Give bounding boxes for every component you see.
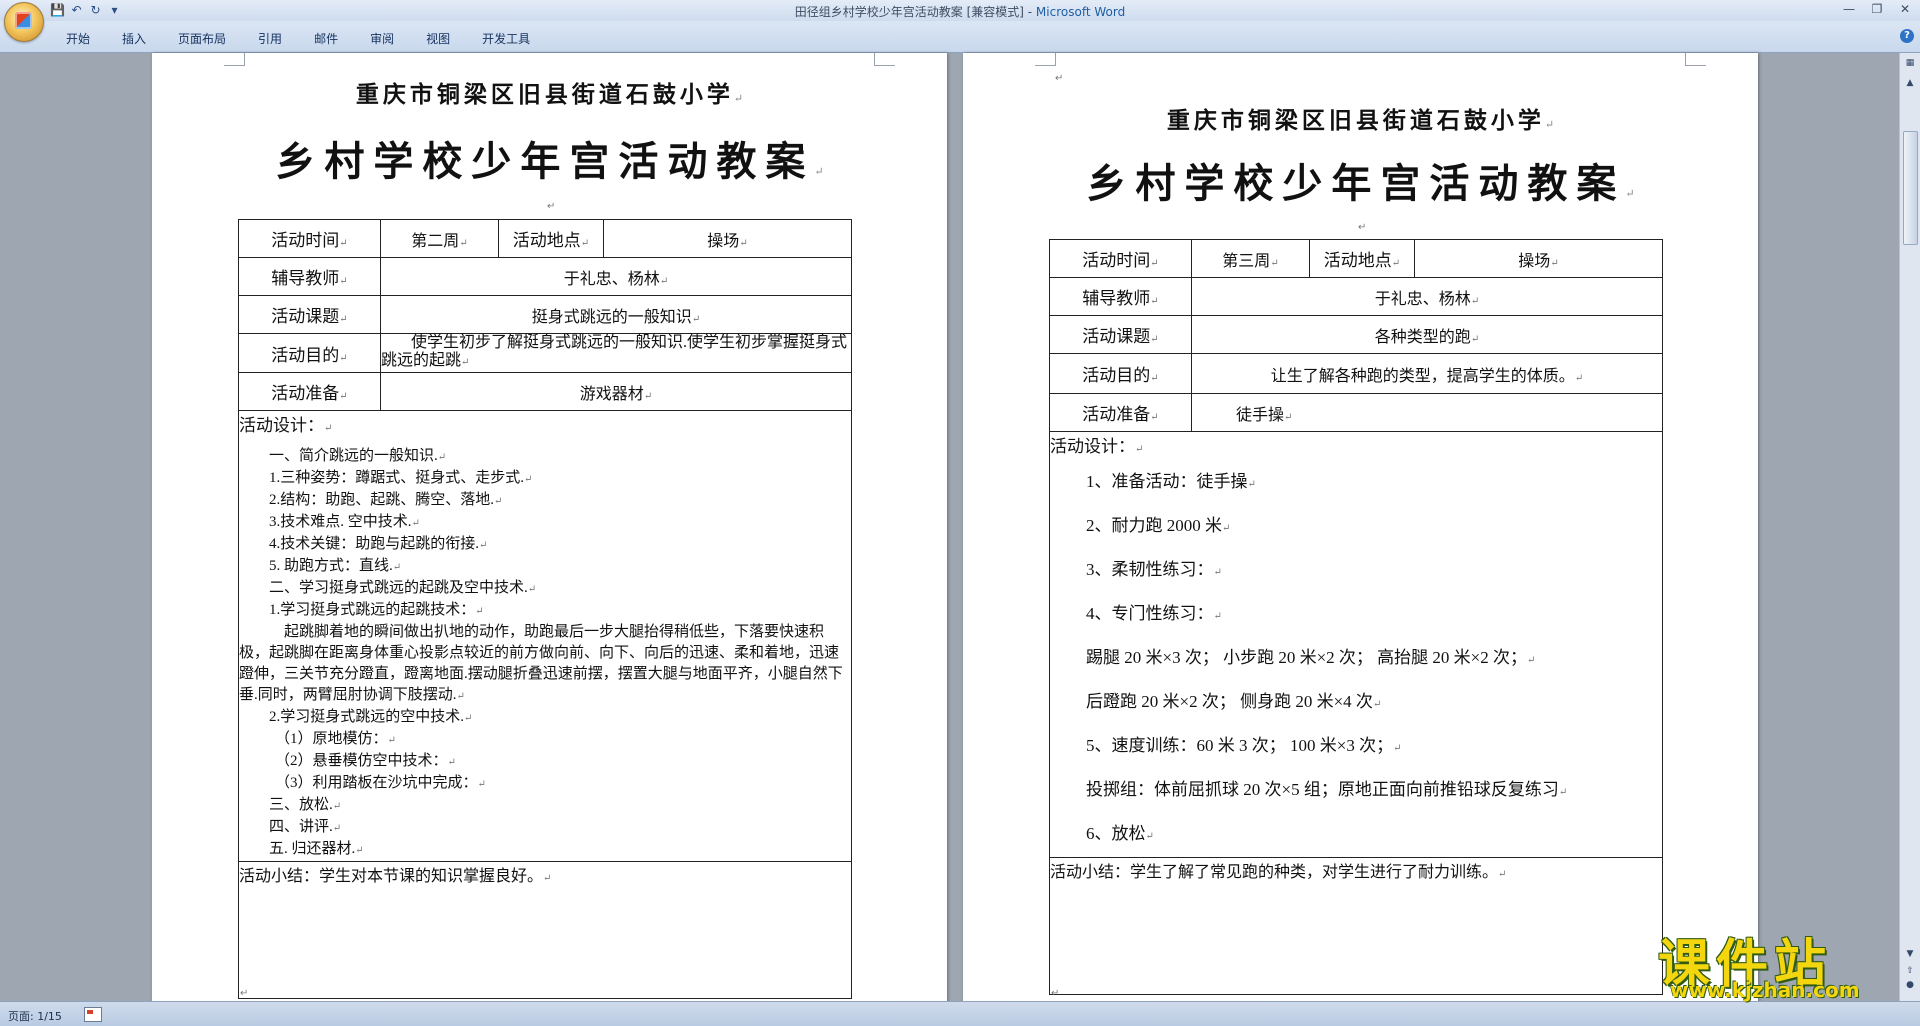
- proofing-icon[interactable]: [84, 1007, 102, 1022]
- place-value[interactable]: 操场↵: [603, 219, 852, 258]
- design-line: 1.三种姿势：蹲踞式、挺身式、走步式.↵: [269, 470, 533, 486]
- design-line: 踢腿 20 米×3 次； 小步跑 20 米×2 次； 高抬腿 20 米×2 次；…: [1086, 648, 1536, 667]
- design-line: 三、放松.↵: [269, 797, 342, 813]
- time-label: 活动时间↵: [1049, 239, 1192, 278]
- close-icon[interactable]: ✕: [1896, 1, 1914, 17]
- maximize-icon[interactable]: ❐: [1868, 1, 1886, 17]
- crop-mark: [1035, 53, 1056, 66]
- tab-page-layout[interactable]: 页面布局: [162, 30, 242, 47]
- teacher-value[interactable]: 于礼忠、杨林↵: [1191, 277, 1663, 316]
- purpose-label: 活动目的↵: [1049, 353, 1192, 394]
- design-label: 活动设计：↵: [1050, 437, 1144, 456]
- topic-label: 活动课题↵: [1049, 315, 1192, 354]
- topic-value[interactable]: 各种类型的跑↵: [1191, 315, 1663, 354]
- summary-cell[interactable]: 活动小结：学生对本节课的知识掌握良好。↵: [238, 861, 852, 999]
- design-line: 5、速度训练：60 米 3 次； 100 米×3 次；↵: [1086, 736, 1402, 755]
- time-value[interactable]: 第二周↵: [380, 219, 499, 258]
- office-logo-icon: [15, 12, 32, 29]
- design-line: 2.结构：助跑、起跳、腾空、落地.↵: [269, 492, 503, 508]
- prep-label: 活动准备↵: [1049, 393, 1192, 432]
- topic-label: 活动课题↵: [238, 295, 381, 334]
- scroll-up-icon[interactable]: ▲: [1904, 77, 1916, 89]
- tab-home[interactable]: 开始: [50, 30, 106, 47]
- purpose-label: 活动目的↵: [238, 333, 381, 373]
- place-value[interactable]: 操场↵: [1414, 239, 1663, 278]
- status-bar: 页面: 1/15: [0, 1001, 1920, 1026]
- purpose-value[interactable]: 使学生初步了解挺身式跳远的一般知识.使学生初步掌握挺身式跳远的起跳↵: [380, 333, 852, 373]
- topic-value[interactable]: 挺身式跳远的一般知识↵: [380, 295, 852, 334]
- time-label: 活动时间↵: [238, 219, 381, 258]
- design-line: （2）悬垂模仿空中技术：↵: [275, 753, 456, 769]
- design-line: 1.学习挺身式跳远的起跳技术：↵: [269, 602, 484, 618]
- design-line: 四、讲评.↵: [269, 819, 342, 835]
- crop-mark: [224, 53, 245, 66]
- select-browse-object-icon[interactable]: ●: [1904, 979, 1916, 991]
- design-line: 3、柔韧性练习：↵: [1086, 560, 1222, 579]
- scroll-down-icon[interactable]: ▼: [1904, 948, 1916, 960]
- design-cell[interactable]: 活动设计：↵ 一、简介跳远的一般知识.↵ 1.三种姿势：蹲踞式、挺身式、走步式.…: [238, 410, 852, 862]
- teacher-value[interactable]: 于礼忠、杨林↵: [380, 257, 852, 296]
- summary-cell[interactable]: 活动小结：学生了解了常见跑的种类，对学生进行了耐力训练。↵: [1049, 857, 1663, 995]
- scrollbar-thumb[interactable]: [1903, 131, 1918, 245]
- lesson-plan-table: 活动时间↵ 第三周↵ 活动地点↵ 操场↵ 辅导教师↵ 于礼忠、杨林↵ 活动课题↵…: [1049, 239, 1663, 995]
- document-page-1: 重庆市铜梁区旧县街道石鼓小学↵ 乡村学校少年宫活动教案↵ ↵ 活动时间↵ 第二周…: [152, 53, 947, 1013]
- design-line: 3.技术难点. 空中技术.↵: [269, 514, 420, 530]
- crop-mark: [1685, 53, 1706, 66]
- plan-title: 乡村学校少年宫活动教案↵: [1086, 160, 1635, 207]
- purpose-value[interactable]: 让生了解各种跑的类型，提高学生的体质。↵: [1191, 353, 1663, 394]
- teacher-label: 辅导教师↵: [238, 257, 381, 296]
- watermark-logo: 课件站 www.kjzhan.com: [1658, 922, 1898, 1002]
- tab-insert[interactable]: 插入: [106, 30, 162, 47]
- design-line: 后蹬跑 20 米×2 次； 侧身跑 20 米×4 次↵: [1086, 692, 1382, 711]
- design-line: 五. 归还器材.↵: [269, 841, 364, 857]
- window-title: 田径组乡村学校少年宫活动教案 [兼容模式] - Microsoft Word: [794, 5, 1126, 19]
- tab-review[interactable]: 审阅: [354, 30, 410, 47]
- design-line: 投掷组：体前屈抓球 20 次×5 组；原地正面向前推铅球反复练习↵: [1086, 780, 1568, 799]
- crop-mark: [874, 53, 895, 66]
- design-line: 6、放松↵: [1086, 824, 1154, 843]
- design-line: 4、专门性练习：↵: [1086, 604, 1222, 623]
- design-line: 二、学习挺身式跳远的起跳及空中技术.↵: [269, 580, 537, 596]
- design-cell[interactable]: 活动设计：↵ 1、准备活动：徒手操↵ 2、耐力跑 2000 米↵ 3、柔韧性练习…: [1049, 431, 1663, 858]
- plan-title: 乡村学校少年宫活动教案↵: [275, 138, 824, 185]
- design-line: 1、准备活动：徒手操↵: [1086, 472, 1256, 491]
- title-bar: 💾 ↶ ↻ ▾ 田径组乡村学校少年宫活动教案 [兼容模式] - Microsof…: [0, 0, 1920, 21]
- prep-value[interactable]: 徒手操↵: [1191, 393, 1663, 432]
- design-line: （3）利用踏板在沙坑中完成：↵: [275, 775, 486, 791]
- tab-mailings[interactable]: 邮件: [298, 30, 354, 47]
- lesson-plan-table: 活动时间↵ 第二周↵ 活动地点↵ 操场↵ 辅导教师↵ 于礼忠、杨林↵ 活动课题↵…: [238, 219, 852, 999]
- design-line: 2、耐力跑 2000 米↵: [1086, 516, 1231, 535]
- office-button[interactable]: [4, 2, 44, 42]
- time-value[interactable]: 第三周↵: [1191, 239, 1310, 278]
- design-line: （1）原地模仿：↵: [275, 731, 396, 747]
- ribbon-tab-bar: 开始 插入 页面布局 引用 邮件 审阅 视图 开发工具 ?: [0, 21, 1920, 53]
- tab-view[interactable]: 视图: [410, 30, 466, 47]
- teacher-label: 辅导教师↵: [1049, 277, 1192, 316]
- school-name: 重庆市铜梁区旧县街道石鼓小学↵: [1166, 107, 1555, 134]
- school-name: 重庆市铜梁区旧县街道石鼓小学↵: [355, 81, 744, 108]
- place-label: 活动地点↵: [1309, 239, 1415, 278]
- tab-references[interactable]: 引用: [242, 30, 298, 47]
- design-line: 5. 助跑方式：直线.↵: [269, 558, 402, 574]
- ruler-toggle-icon[interactable]: ▦: [1904, 57, 1916, 69]
- design-line: 4.技术关键：助跑与起跳的衔接.↵: [269, 536, 488, 552]
- document-page-2: ↵ 重庆市铜梁区旧县街道石鼓小学↵ 乡村学校少年宫活动教案↵ ↵ 活动时间↵ 第…: [963, 53, 1758, 1013]
- minimize-icon[interactable]: —: [1840, 1, 1858, 17]
- design-line: 一、简介跳远的一般知识.↵: [269, 448, 447, 464]
- help-icon[interactable]: ?: [1900, 29, 1914, 43]
- design-label: 活动设计：↵: [239, 416, 333, 435]
- prep-value[interactable]: 游戏器材↵: [380, 372, 852, 411]
- place-label: 活动地点↵: [498, 219, 604, 258]
- prep-label: 活动准备↵: [238, 372, 381, 411]
- design-line: 2.学习挺身式跳远的空中技术.↵: [269, 709, 473, 725]
- page-count[interactable]: 页面: 1/15: [8, 1008, 62, 1024]
- previous-page-icon[interactable]: ⇧: [1904, 965, 1916, 977]
- vertical-scrollbar[interactable]: ▦ ▲ ▼ ⇧ ●: [1899, 53, 1920, 1001]
- design-paragraph: 起跳脚着地的瞬间做出扒地的动作，助跑最后一步大腿抬得稍低些，下落要快速积极，起跳…: [239, 624, 843, 703]
- tab-developer[interactable]: 开发工具: [466, 30, 546, 47]
- watermark-url: www.kjzhan.com: [1670, 978, 1860, 1002]
